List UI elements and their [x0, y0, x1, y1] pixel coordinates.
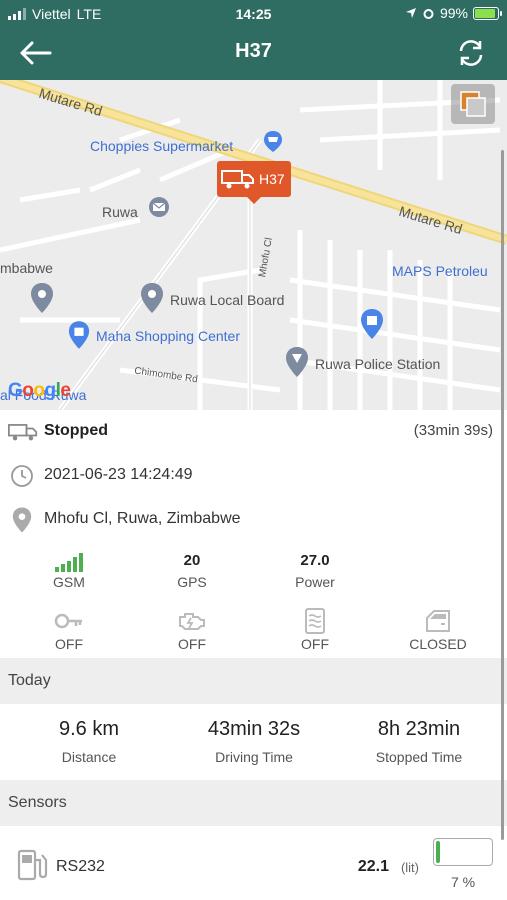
page-title: H37: [235, 40, 272, 62]
door-icon: [426, 610, 450, 632]
sensor-level-gauge: [433, 838, 493, 866]
distance-label: Distance: [61, 749, 117, 765]
today-section-header: Today: [0, 658, 507, 704]
status-bar-right: 99%: [405, 5, 502, 21]
distance-stat: 9.6 km Distance: [4, 718, 174, 765]
heater-state: OFF: [270, 608, 360, 652]
ignition-label: OFF: [55, 636, 83, 652]
gps-label: GPS: [177, 574, 207, 590]
map-view[interactable]: Mutare Rd Mutare Rd Choppies Supermarket…: [0, 80, 507, 410]
driving-time-value: 43min 32s: [207, 718, 301, 740]
sensor-level-fill: [436, 841, 440, 863]
shopping-bag-icon: [361, 309, 383, 339]
address-row: Mhofu Cl, Ruwa, Zimbabwe: [0, 498, 507, 540]
heater-icon: [305, 608, 325, 634]
vehicle-marker[interactable]: H37: [217, 161, 291, 204]
gsm-signal-icon: [24, 550, 114, 572]
nav-bar: H37: [0, 32, 507, 74]
poi-label-ruwa: Ruwa: [102, 204, 138, 220]
sensor-percent: 7 %: [450, 874, 476, 890]
google-logo: Google: [8, 380, 71, 401]
stopped-time-value: 8h 23min: [377, 718, 461, 740]
fuel-pump-icon: [17, 849, 48, 881]
refresh-icon[interactable]: [455, 37, 487, 69]
truck-icon: [221, 170, 254, 189]
poi-label-choppies: Choppies Supermarket: [90, 138, 234, 154]
distance-value: 9.6 km: [58, 718, 120, 740]
gps-indicator: 20 GPS: [147, 550, 237, 590]
vehicle-address: Mhofu Cl, Ruwa, Zimbabwe: [44, 510, 241, 527]
power-value: 27.0: [300, 552, 330, 569]
status-bar: Viettel LTE 14:25 99%: [0, 4, 507, 24]
power-indicator: 27.0 Power: [270, 550, 360, 590]
sensor-unit: (lit): [400, 860, 419, 875]
engine-icon: [179, 613, 205, 630]
alarm-icon: [423, 8, 434, 19]
stopped-time-label: Stopped Time: [375, 749, 463, 765]
poi-label-maha: Maha Shopping Center: [96, 328, 240, 344]
place-pin-icon: [31, 283, 53, 313]
sensors-section-header: Sensors: [0, 780, 507, 826]
stopped-time-stat: 8h 23min Stopped Time: [334, 718, 504, 765]
poi-label-maps-petroleum: MAPS Petroleu: [392, 263, 488, 279]
sensor-value: 22.1: [357, 858, 389, 875]
ignition-state: OFF: [24, 608, 114, 652]
power-label: Power: [295, 574, 335, 590]
location-pin-icon: [12, 507, 32, 533]
sensor-name: RS232: [56, 858, 105, 875]
engine-state: OFF: [147, 608, 237, 652]
last-update-time: 2021-06-23 14:24:49: [44, 466, 193, 483]
poi-label-ruwa-police: Ruwa Police Station: [315, 356, 441, 372]
place-pin-icon: [141, 283, 163, 313]
driving-time-stat: 43min 32s Driving Time: [169, 718, 339, 765]
timestamp-row: 2021-06-23 14:24:49: [0, 454, 507, 496]
map-layers-button[interactable]: [451, 84, 495, 124]
truck-icon: [8, 424, 38, 441]
marker-label: H37: [259, 171, 285, 187]
shopping-cart-icon: [264, 131, 282, 152]
mail-icon: [149, 197, 169, 217]
gps-value: 20: [183, 552, 201, 569]
gsm-label: GSM: [53, 574, 85, 590]
heater-label: OFF: [301, 636, 329, 652]
poi-label-ruwa-local-board: Ruwa Local Board: [170, 292, 285, 308]
status-duration: (33min 39s): [413, 422, 493, 439]
police-pin-icon: [286, 347, 308, 377]
engine-label: OFF: [178, 636, 206, 652]
vehicle-status: Stopped: [44, 422, 108, 439]
app-header: Viettel LTE 14:25 99% H37: [0, 0, 507, 80]
sensor-item[interactable]: RS232 22.1 (lit) 7 %: [0, 828, 507, 900]
door-label: CLOSED: [409, 636, 467, 652]
layers-icon: [460, 91, 486, 117]
location-arrow-icon: [405, 8, 416, 18]
vehicle-status-row: Stopped (33min 39s): [0, 410, 507, 454]
battery-percent: 99%: [439, 5, 468, 21]
driving-time-label: Driving Time: [215, 749, 293, 765]
gsm-indicator: GSM: [24, 550, 114, 590]
key-icon: [54, 613, 82, 629]
shopping-bag-icon: [68, 321, 90, 349]
clock-icon: [11, 465, 33, 487]
door-state: CLOSED: [393, 608, 483, 652]
scrollbar[interactable]: [501, 150, 504, 840]
poi-label-zimbabwe: mbabwe: [0, 260, 53, 276]
battery-icon: [473, 6, 502, 20]
